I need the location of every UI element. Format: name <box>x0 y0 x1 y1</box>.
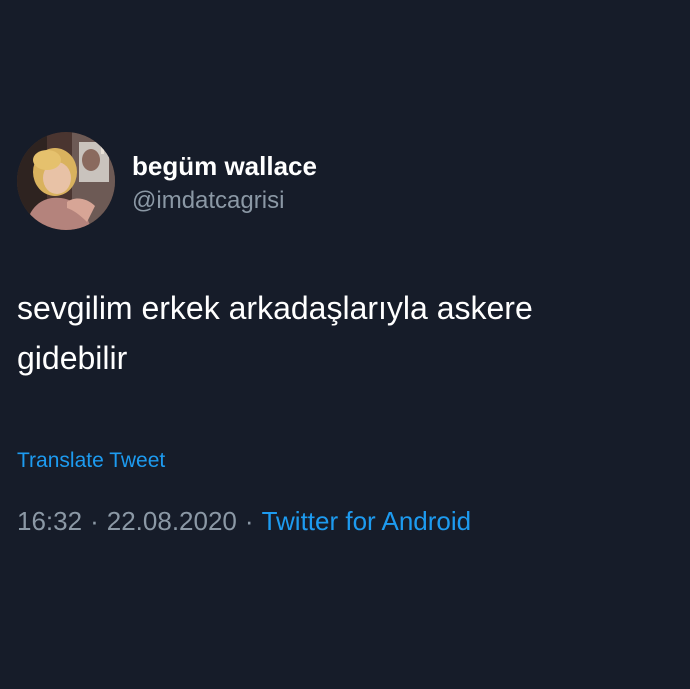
profile-photo-image <box>17 132 115 230</box>
meta-separator: · <box>90 506 99 536</box>
tweet-time[interactable]: 16:32 <box>17 506 82 536</box>
author-display-name[interactable]: begüm wallace <box>132 151 317 181</box>
meta-separator: · <box>244 506 254 536</box>
tweet-card: begüm wallace @imdatcagrisi sevgilim erk… <box>0 0 690 689</box>
tweet-metadata: 16:32 · 22.08.2020 · Twitter for Android <box>17 505 471 537</box>
author-avatar[interactable] <box>17 132 115 230</box>
tweet-text-line-1: sevgilim erkek arkadaşlarıyla askere <box>17 290 533 326</box>
tweet-text-line-2: gidebilir <box>17 340 128 376</box>
author-handle[interactable]: @imdatcagrisi <box>132 187 284 215</box>
tweet-source-link[interactable]: Twitter for Android <box>262 506 472 536</box>
tweet-text: sevgilim erkek arkadaşlarıyla askere gid… <box>17 283 677 383</box>
tweet-date[interactable]: 22.08.2020 <box>107 506 237 536</box>
translate-tweet-link[interactable]: Translate Tweet <box>17 448 165 474</box>
